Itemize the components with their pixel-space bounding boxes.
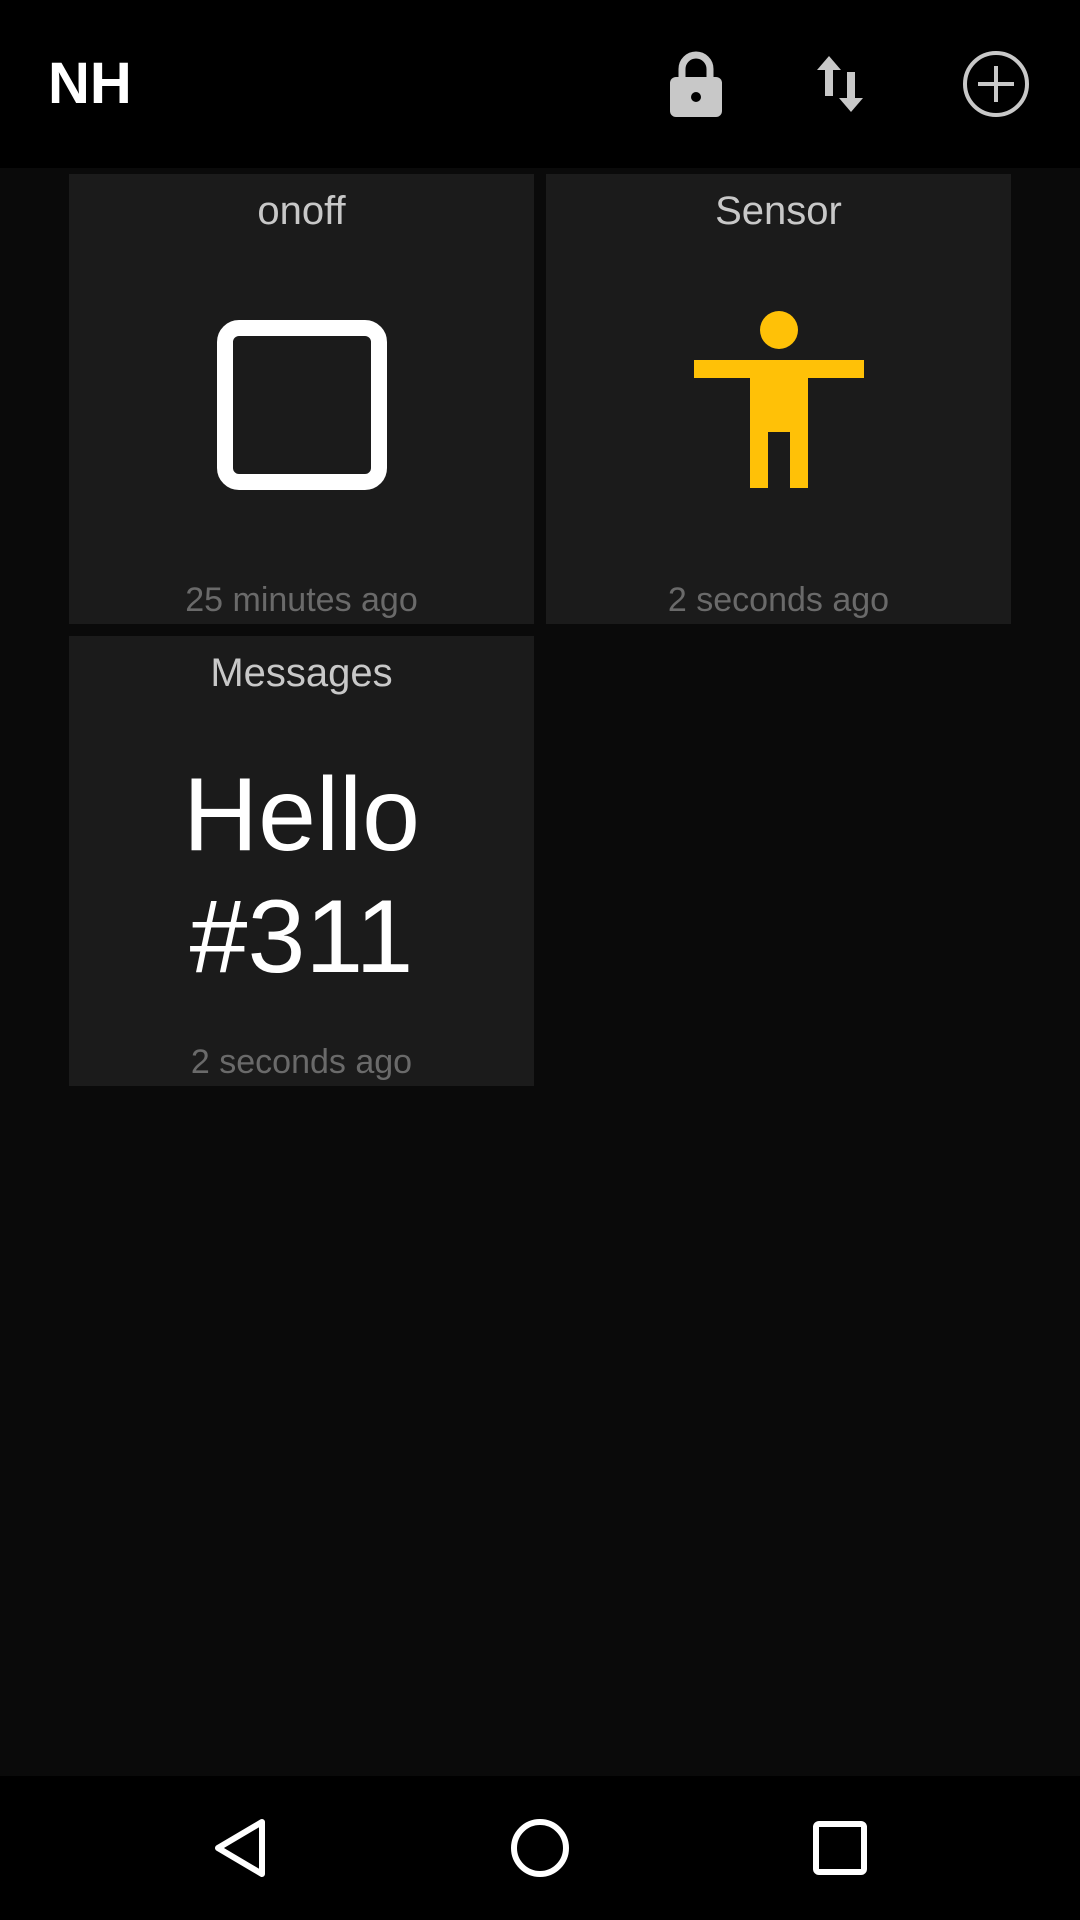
tile-messages[interactable]: Messages Hello #311 2 seconds ago xyxy=(69,636,534,1086)
tile-sensor[interactable]: Sensor 2 seconds ago xyxy=(546,174,1011,624)
app-screen: NH onoff 25 minutes ago Sensor 2 seconds… xyxy=(0,0,1080,1920)
lock-button[interactable] xyxy=(656,44,736,124)
top-app-bar: NH xyxy=(0,0,1080,168)
swap-vert-icon xyxy=(817,56,863,112)
tile-body xyxy=(69,244,534,574)
tile-title: onoff xyxy=(257,189,346,233)
recents-icon xyxy=(813,1821,867,1875)
square-outline-icon[interactable] xyxy=(216,320,387,490)
add-circle-icon xyxy=(963,51,1029,117)
add-button[interactable] xyxy=(956,44,1036,124)
sort-button[interactable] xyxy=(800,44,880,124)
system-nav-bar xyxy=(0,1776,1080,1920)
tile-title: Messages xyxy=(210,651,393,695)
home-button[interactable] xyxy=(490,1798,590,1898)
back-button[interactable] xyxy=(190,1798,290,1898)
tile-title: Sensor xyxy=(715,189,842,233)
tile-updated-time: 2 seconds ago xyxy=(190,1043,413,1081)
tile-body: Hello #311 xyxy=(69,706,534,1036)
recents-button[interactable] xyxy=(790,1798,890,1898)
tile-updated-time: 25 minutes ago xyxy=(185,581,418,619)
lock-icon xyxy=(670,51,722,117)
home-icon xyxy=(511,1819,569,1877)
tile-onoff[interactable]: onoff 25 minutes ago xyxy=(69,174,534,624)
widget-grid: onoff 25 minutes ago Sensor 2 seconds ag… xyxy=(0,168,1080,1776)
tile-updated-time: 2 seconds ago xyxy=(667,581,890,619)
person-accessibility-icon xyxy=(693,311,864,488)
back-icon xyxy=(215,1819,265,1877)
app-title: NH xyxy=(48,51,132,116)
message-text: Hello #311 xyxy=(183,757,420,995)
tile-body xyxy=(546,244,1011,574)
